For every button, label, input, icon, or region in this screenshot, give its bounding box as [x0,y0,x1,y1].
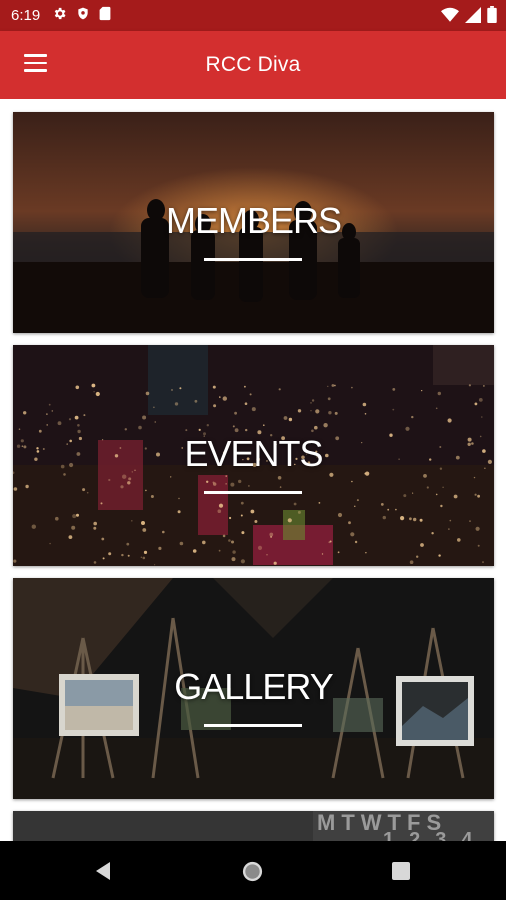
back-icon[interactable] [94,861,114,886]
status-time: 6:19 [11,7,41,24]
card-list[interactable]: MEMBERS EVENTS GALLERY M T W T F S 1 2 3… [0,99,506,841]
battery-icon [487,6,497,28]
navigation-bar [0,841,506,900]
calendar-weekday-letter: W [360,811,382,835]
calendar-weekday-letter: T [341,811,355,835]
gallery-label: GALLERY [174,666,333,707]
app-bar: RCC Diva [0,31,506,99]
calendar-day-number: 4 [461,829,473,841]
signal-icon [465,6,481,28]
members-label: MEMBERS [165,200,342,241]
calendar-day-number: 1 [383,829,395,841]
shield-icon [76,6,90,26]
home-icon[interactable] [241,860,264,888]
members-card[interactable]: MEMBERS [13,112,494,333]
calendar-weekday-letter: M [317,811,336,835]
events-label: EVENTS [184,433,323,474]
gear-icon [52,6,67,26]
wifi-icon [441,7,459,28]
sd-card-icon [99,6,111,26]
gallery-underline [204,724,302,727]
status-bar: 6:19 [0,0,506,31]
members-underline [204,258,302,261]
calendar-day-number: 3 [435,829,447,841]
events-underline [204,491,302,494]
recents-icon[interactable] [392,862,410,885]
gallery-card[interactable]: GALLERY [13,578,494,799]
calendar-day-numbers: 1 2 3 4 [383,829,473,841]
calendar-day-number: 2 [409,829,421,841]
events-card[interactable]: EVENTS [13,345,494,566]
app-title: RCC Diva [205,53,301,76]
calendar-card[interactable]: MTWTFS 1234 [13,811,494,841]
